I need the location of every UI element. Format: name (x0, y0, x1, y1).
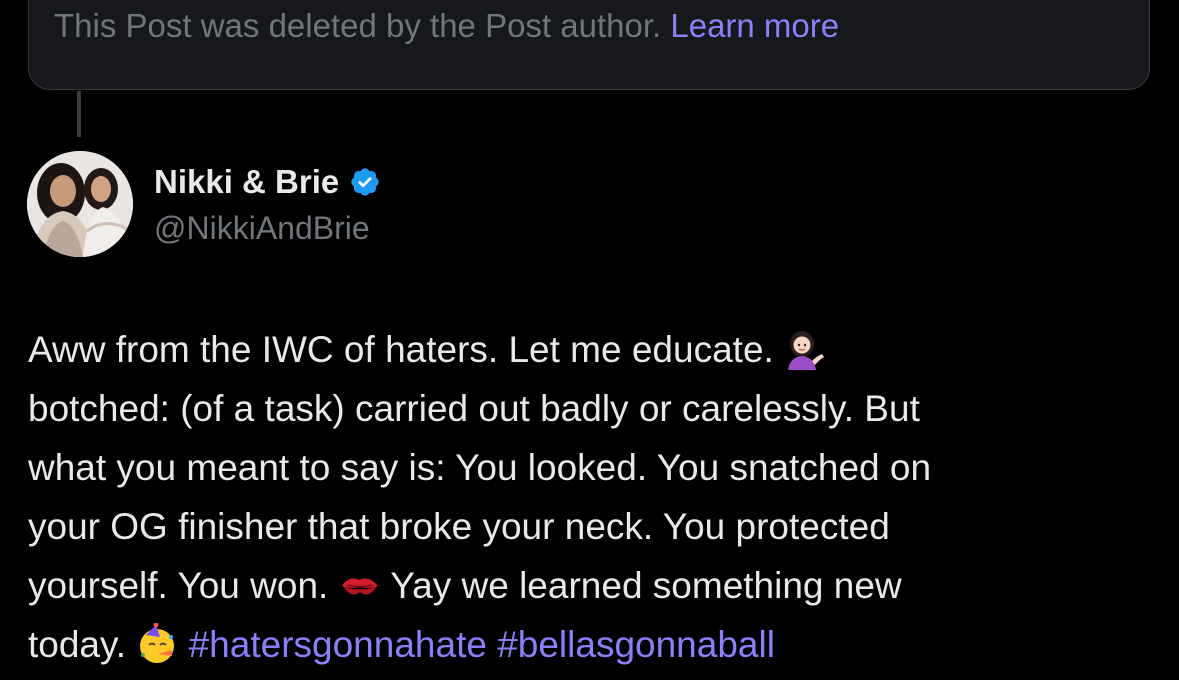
author-name-text: Nikki & Brie (154, 163, 340, 200)
post-text-segment: today. (28, 624, 137, 665)
author-display-name[interactable]: Nikki & Brie (154, 161, 381, 203)
post-text-segment: Aww from the IWC of haters. Let me educa… (28, 329, 785, 370)
hashtag-haters[interactable]: #hatersgonnahate (189, 624, 487, 665)
post-line-2: botched: (of a task) carried out badly o… (28, 388, 920, 429)
post-line-4: your OG finisher that broke your neck. Y… (28, 506, 890, 547)
person-tipping-hand-emoji-icon (788, 331, 825, 370)
post-line-5: yourself. You won. Yay we learned someth… (28, 556, 1158, 615)
verified-badge-icon[interactable] (349, 166, 381, 198)
post-line-1: Aww from the IWC of haters. Let me educa… (28, 320, 1158, 379)
post-line-6: today. #hatersgonnahate #bellasgonnaball (28, 615, 1158, 674)
post-text-segment: yourself. You won. (28, 565, 339, 606)
post-text: Aww from the IWC of haters. Let me educa… (28, 320, 1158, 674)
hashtag-bellas[interactable]: #bellasgonnaball (497, 624, 775, 665)
deleted-post-notice: This Post was deleted by the Post author… (54, 6, 839, 46)
avatar[interactable] (27, 151, 133, 257)
post-line-3: what you meant to say is: You looked. Yo… (28, 447, 932, 488)
partying-face-emoji-icon (140, 623, 175, 663)
post-text-segment: Yay we learned something new (380, 565, 902, 606)
kiss-mark-emoji-icon (341, 578, 378, 595)
author-handle[interactable]: @NikkiAndBrie (154, 207, 370, 249)
thread-connector-line (77, 91, 81, 137)
deleted-notice-text: This Post was deleted by the Post author… (54, 7, 671, 44)
learn-more-link[interactable]: Learn more (670, 7, 839, 44)
